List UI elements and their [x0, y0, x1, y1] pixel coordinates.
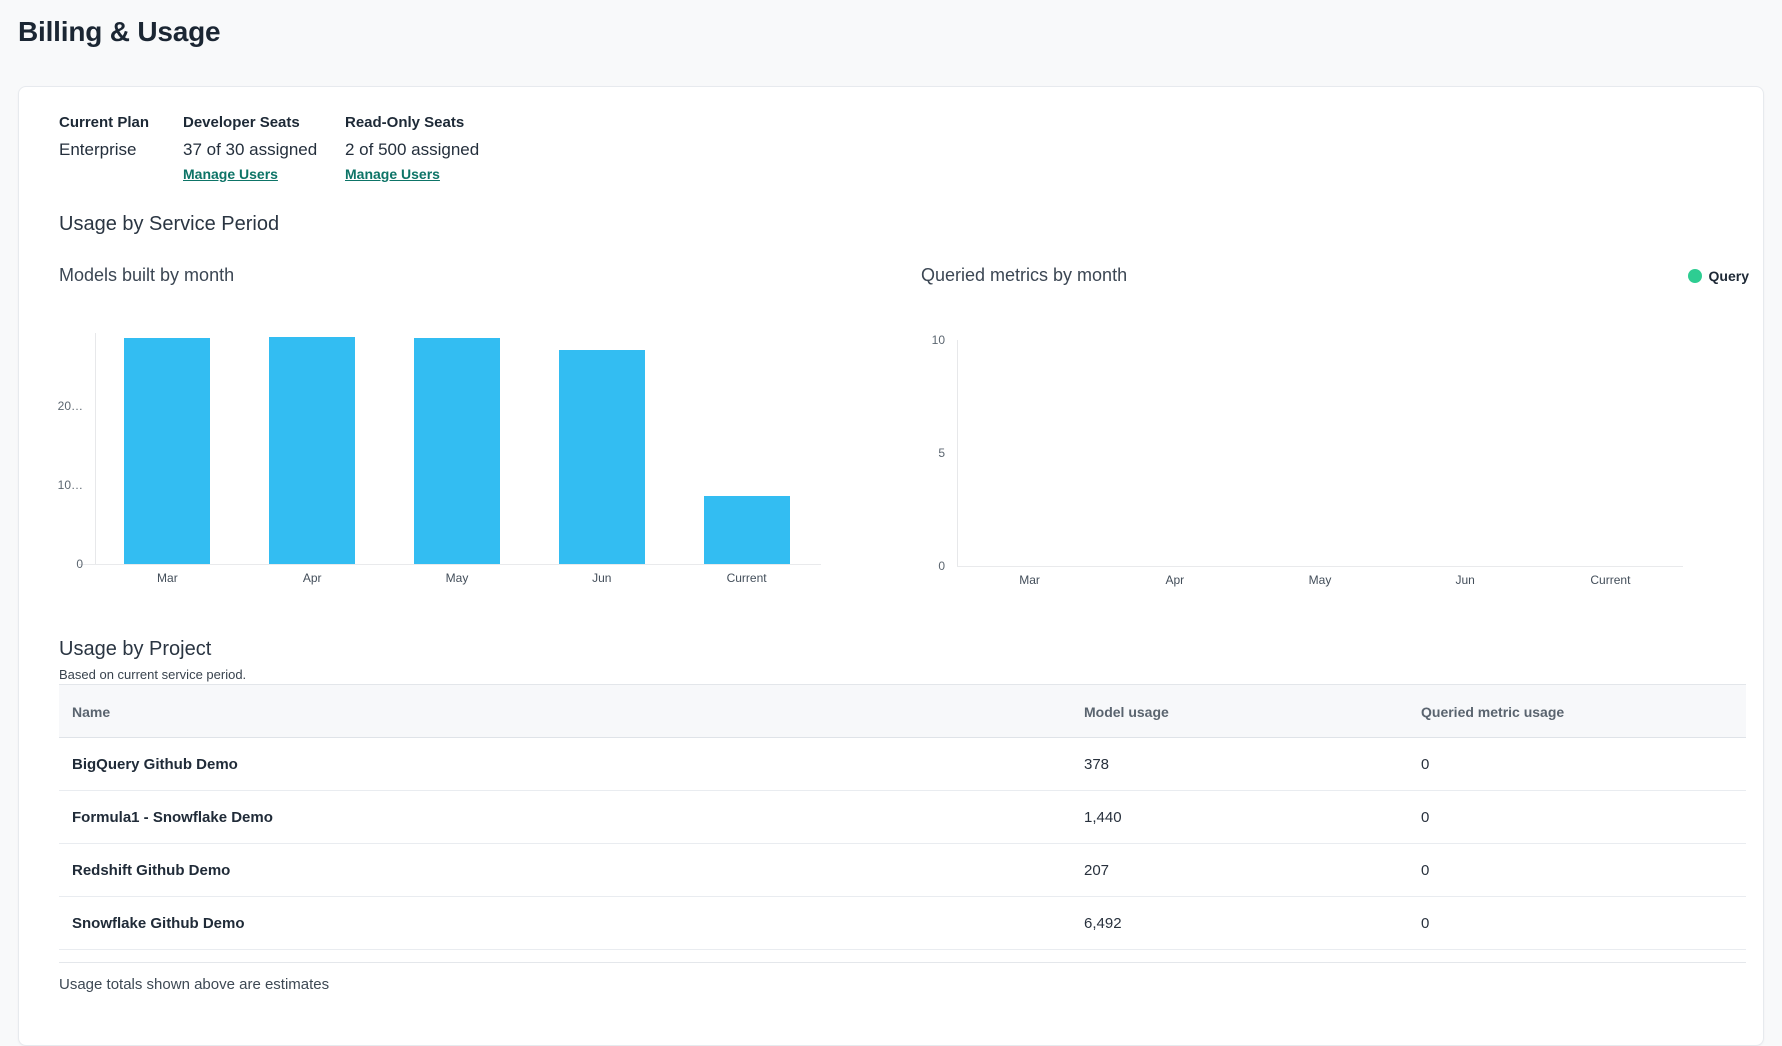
y-axis-tick-label: 5 — [881, 445, 945, 461]
manage-users-link-developer[interactable]: Manage Users — [183, 166, 278, 182]
queried-metric-usage-cell: 0 — [1421, 844, 1429, 897]
table-row: Formula1 - Snowflake Demo 1,440 0 — [59, 791, 1746, 844]
usage-estimates-note: Usage totals shown above are estimates — [59, 976, 329, 993]
queried-metrics-chart-title: Queried metrics by month — [921, 265, 1127, 286]
model-usage-cell: 207 — [1084, 844, 1109, 897]
x-axis-tick-label: Apr — [1165, 573, 1184, 587]
x-axis-tick-label: Jun — [592, 571, 611, 585]
usage-by-project-table: Name Model usage Queried metric usage Bi… — [59, 684, 1746, 950]
y-axis-tick-label: 10 — [881, 332, 945, 348]
bar-jun[interactable] — [559, 350, 645, 564]
x-axis-tick-label: Current — [1590, 573, 1630, 587]
table-header-row: Name Model usage Queried metric usage — [59, 684, 1746, 738]
usage-table-body: BigQuery Github Demo3780Formula1 - Snowf… — [59, 738, 1746, 950]
chart-legend: Query — [1688, 268, 1749, 284]
x-axis-tick-label: Mar — [157, 571, 178, 585]
billing-card: Current Plan Enterprise Developer Seats … — [18, 86, 1764, 1046]
usage-by-service-period-title: Usage by Service Period — [59, 213, 279, 236]
x-axis-line — [957, 566, 1683, 567]
table-row: BigQuery Github Demo 378 0 — [59, 738, 1746, 791]
queried-metric-usage-cell: 0 — [1421, 897, 1429, 950]
model-usage-cell: 378 — [1084, 738, 1109, 791]
models-built-chart-title: Models built by month — [59, 265, 234, 286]
developer-seats-column: Developer Seats 37 of 30 assigned Manage… — [183, 114, 345, 184]
table-row: Redshift Github Demo 207 0 — [59, 844, 1746, 897]
bar-current[interactable] — [704, 496, 790, 564]
x-axis-tick-label: Mar — [1019, 573, 1040, 587]
x-axis: Mar Apr May Jun Current — [95, 568, 819, 586]
developer-seats-value: 37 of 30 assigned — [183, 140, 345, 160]
bar-mar[interactable] — [124, 338, 210, 564]
plot-area — [95, 327, 819, 564]
page-title: Billing & Usage — [18, 16, 220, 48]
current-plan-label: Current Plan — [59, 114, 183, 131]
bar-apr[interactable] — [269, 337, 355, 564]
read-only-seats-value: 2 of 500 assigned — [345, 140, 479, 160]
queried-metric-usage-cell: 0 — [1421, 791, 1429, 844]
y-axis: 0510 — [881, 340, 951, 566]
y-axis: 010…20… — [19, 327, 89, 564]
column-header-name: Name — [72, 685, 110, 739]
x-axis-tick-label: Jun — [1456, 573, 1475, 587]
query-legend-dot-icon — [1688, 269, 1702, 283]
model-usage-cell: 6,492 — [1084, 897, 1122, 950]
current-plan-value: Enterprise — [59, 140, 183, 160]
x-axis-tick-label: Current — [727, 571, 767, 585]
query-legend-label: Query — [1709, 268, 1749, 284]
project-name-cell: Formula1 - Snowflake Demo — [72, 791, 273, 844]
y-axis-tick-label: 10… — [19, 477, 83, 493]
plot-area — [957, 340, 1683, 566]
project-name-cell: BigQuery Github Demo — [72, 738, 238, 791]
read-only-seats-label: Read-Only Seats — [345, 114, 479, 131]
x-axis-tick-label: May — [446, 571, 469, 585]
table-bottom-divider — [59, 962, 1746, 963]
x-axis-tick-label: May — [1309, 573, 1332, 587]
developer-seats-label: Developer Seats — [183, 114, 345, 131]
read-only-seats-column: Read-Only Seats 2 of 500 assigned Manage… — [345, 114, 479, 184]
queried-metric-usage-cell: 0 — [1421, 738, 1429, 791]
y-axis-tick-label: 0 — [19, 556, 83, 572]
x-axis-line — [79, 564, 821, 565]
manage-users-link-readonly[interactable]: Manage Users — [345, 166, 440, 182]
y-axis-tick-label: 20… — [19, 398, 83, 414]
x-axis: Mar Apr May Jun Current — [957, 570, 1683, 588]
current-plan-column: Current Plan Enterprise — [59, 114, 183, 184]
project-name-cell: Snowflake Github Demo — [72, 897, 245, 950]
model-usage-cell: 1,440 — [1084, 791, 1122, 844]
usage-by-project-title: Usage by Project — [59, 638, 211, 661]
y-axis-tick-label: 0 — [881, 558, 945, 574]
table-row: Snowflake Github Demo 6,492 0 — [59, 897, 1746, 950]
plan-summary: Current Plan Enterprise Developer Seats … — [59, 114, 479, 184]
project-name-cell: Redshift Github Demo — [72, 844, 230, 897]
column-header-queried-metric-usage: Queried metric usage — [1421, 685, 1564, 739]
column-header-model-usage: Model usage — [1084, 685, 1169, 739]
bar-may[interactable] — [414, 338, 500, 564]
usage-by-project-subtitle: Based on current service period. — [59, 667, 246, 682]
x-axis-tick-label: Apr — [303, 571, 322, 585]
